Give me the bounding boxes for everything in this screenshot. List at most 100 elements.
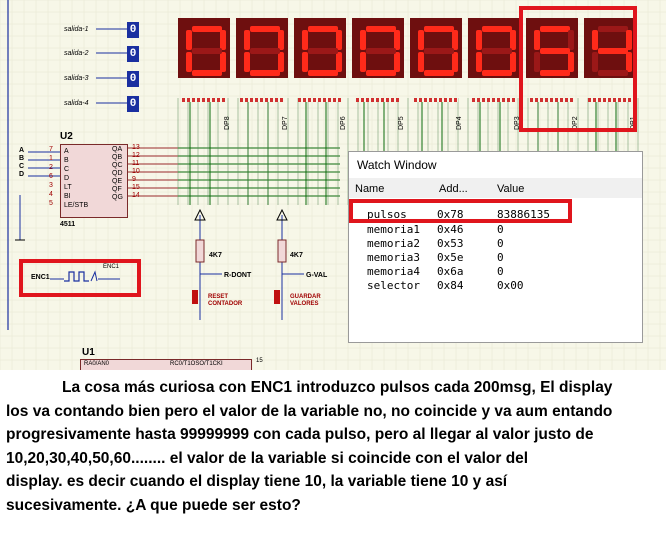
u2-output-pin: QD xyxy=(112,170,123,177)
caption-line: 10,20,30,40,50,60........ el valor de la… xyxy=(6,449,529,467)
u2-pin-number: 12 xyxy=(132,152,140,159)
u2-pin-number: 5 xyxy=(49,200,53,207)
seven-segment-digit xyxy=(410,18,462,78)
u2-pin-number: 4 xyxy=(49,191,53,198)
u2-pin-number: 9 xyxy=(132,176,136,183)
u2-input-pin: LE/STB xyxy=(64,202,89,209)
seven-segment-digit xyxy=(294,18,346,78)
var-address: 0x84 xyxy=(437,279,464,292)
output-label: salida-1 xyxy=(64,26,89,33)
seven-segment-digit xyxy=(178,18,230,78)
net-label: G-VAL xyxy=(306,272,328,279)
var-value: 0 xyxy=(497,265,504,278)
u2-output-pin: QE xyxy=(112,178,123,185)
u2-pin-number: 14 xyxy=(132,192,140,199)
output-label: salida-2 xyxy=(64,50,89,57)
var-name: memoria4 xyxy=(367,265,420,278)
logic-probe-value: 0 xyxy=(127,46,139,62)
digit-pin-strip xyxy=(182,98,226,102)
enc1-generator-tag: ENC1 xyxy=(103,264,120,270)
save-values-button[interactable] xyxy=(270,285,282,307)
schematic-canvas[interactable]: salida-1 0 salida-2 0 salida-3 0 salida-… xyxy=(0,0,666,370)
u2-pin-number: 6 xyxy=(49,173,53,180)
dp-label: DP6 xyxy=(340,116,347,130)
u2-pin-number: 13 xyxy=(132,144,140,151)
digit-pin-strip xyxy=(298,98,342,102)
u2-input-pin: C xyxy=(64,166,70,173)
button-label: GUARDAR VALORES xyxy=(290,294,321,307)
u2-pin-number: 1 xyxy=(49,155,53,162)
u2-output-pin: QC xyxy=(112,162,123,169)
watch-window-header: Name Add... Value xyxy=(349,180,642,198)
bus-input-label: A xyxy=(19,147,25,154)
u2-pin-number: 11 xyxy=(132,160,140,167)
pulsos-highlight xyxy=(349,199,572,223)
caption-line: display. es decir cuando el display tien… xyxy=(6,473,508,491)
column-name[interactable]: Name xyxy=(355,183,384,195)
caption-line: los va contando bien pero el valor de la… xyxy=(6,402,613,420)
u1-pin-label: RC0/T1OSO/T1CKI xyxy=(170,361,223,367)
column-address[interactable]: Add... xyxy=(439,183,468,195)
u1-pin-number: 15 xyxy=(256,358,263,364)
dp-label: DP7 xyxy=(282,116,289,130)
var-address: 0x46 xyxy=(437,223,464,236)
logic-probe-value: 0 xyxy=(127,22,139,38)
watch-row[interactable]: memoria1 0x46 0 xyxy=(349,223,642,237)
seven-segment-digit xyxy=(468,18,520,78)
logic-probe-value: 0 xyxy=(127,96,139,112)
pulse-generator-icon[interactable] xyxy=(64,268,98,282)
u2-input-pin: A xyxy=(64,148,69,155)
watch-row[interactable]: selector 0x84 0x00 xyxy=(349,279,642,293)
var-address: 0x6a xyxy=(437,265,464,278)
var-value: 0 xyxy=(497,251,504,264)
var-name: memoria3 xyxy=(367,251,420,264)
watch-row[interactable]: memoria4 0x6a 0 xyxy=(349,265,642,279)
u2-output-pin: QF xyxy=(112,186,122,193)
var-value: 0 xyxy=(497,223,504,236)
bus-input-label: C xyxy=(19,163,25,170)
column-value[interactable]: Value xyxy=(497,183,524,195)
u2-pin-number: 3 xyxy=(49,182,53,189)
bus-input-label: D xyxy=(19,171,25,178)
net-label: R-DONT xyxy=(224,272,252,279)
u2-designator: U2 xyxy=(60,131,73,142)
resistor-value: 4K7 xyxy=(209,252,222,259)
output-label: salida-3 xyxy=(64,75,89,82)
u2-output-pin: QA xyxy=(112,146,123,153)
u2-input-pin: LT xyxy=(64,184,72,191)
u2-output-pin: QG xyxy=(112,194,123,201)
dp-label: DP5 xyxy=(398,116,405,130)
var-name: selector xyxy=(367,279,420,292)
u2-pin-number: 15 xyxy=(132,184,140,191)
caption-line: sucesivamente. ¿A que puede ser esto? xyxy=(6,496,301,514)
u2-input-pin: D xyxy=(64,175,70,182)
var-address: 0x53 xyxy=(437,237,464,250)
reset-button[interactable] xyxy=(188,285,200,307)
u2-pin-number: 2 xyxy=(49,164,53,171)
var-address: 0x5e xyxy=(437,251,464,264)
digit-pin-strip xyxy=(240,98,284,102)
watch-row[interactable]: memoria2 0x53 0 xyxy=(349,237,642,251)
u2-input-pin: BI xyxy=(64,193,71,200)
question-text: La cosa más curiosa con ENC1 introduzco … xyxy=(6,376,661,518)
output-label: salida-4 xyxy=(64,100,89,107)
digit-pin-strip xyxy=(472,98,516,102)
watch-window-title[interactable]: Watch Window xyxy=(349,152,642,178)
caption-line: progresivamente hasta 99999999 con cada … xyxy=(6,426,594,444)
u1-designator: U1 xyxy=(82,347,95,358)
u2-part-number: 4511 xyxy=(60,221,76,228)
dp-label: DP4 xyxy=(456,116,463,130)
caption-line: La cosa más curiosa con ENC1 introduzco … xyxy=(62,379,613,396)
seven-segment-digit xyxy=(236,18,288,78)
button-label: RESET CONTADOR xyxy=(208,294,243,307)
u2-pin-number: 10 xyxy=(132,168,140,175)
logic-probe-value: 0 xyxy=(127,71,139,87)
u2-output-pin: QB xyxy=(112,154,123,161)
seven-segment-digit xyxy=(352,18,404,78)
digits-highlight xyxy=(519,6,637,132)
u2-pin-number: 7 xyxy=(49,146,53,153)
var-value: 0 xyxy=(497,237,504,250)
resistor-value: 4K7 xyxy=(290,252,303,259)
watch-window[interactable]: Watch Window Name Add... Value pulsos 0x… xyxy=(348,151,643,343)
watch-row[interactable]: memoria3 0x5e 0 xyxy=(349,251,642,265)
